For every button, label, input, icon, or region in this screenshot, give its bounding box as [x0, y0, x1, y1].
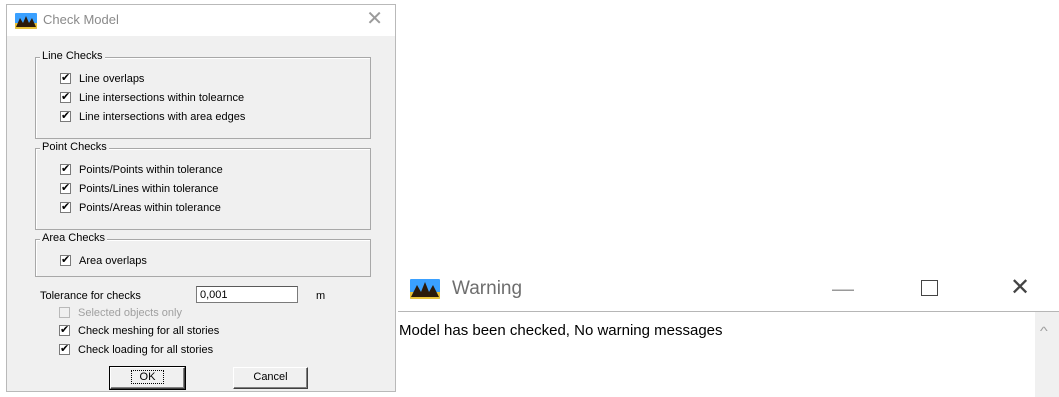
maximize-icon[interactable]: [921, 280, 938, 296]
checkbox-checked-icon[interactable]: [60, 181, 71, 195]
tolerance-input[interactable]: [196, 286, 298, 303]
dialog-title: Check Model: [43, 12, 119, 27]
checkbox-label: Points/Areas within tolerance: [79, 202, 221, 214]
area-checks-legend: Area Checks: [40, 232, 107, 244]
app-icon: [15, 13, 37, 29]
checkbox-checked-icon[interactable]: [60, 253, 71, 267]
checkbox-label: Selected objects only: [78, 307, 182, 319]
checkbox-label: Line intersections with area edges: [79, 111, 246, 123]
scroll-up-arrow-icon[interactable]: ^: [1040, 324, 1048, 338]
ok-button-label: OK: [130, 370, 165, 384]
checkbox-label: Points/Lines within tolerance: [79, 183, 219, 195]
ok-button[interactable]: OK: [109, 366, 186, 390]
area-overlaps-checkbox[interactable]: Area overlaps: [60, 253, 147, 269]
close-icon[interactable]: ✕: [366, 8, 383, 30]
warning-body: Model has been checked, No warning messa…: [398, 311, 1059, 397]
check-meshing-checkbox[interactable]: Check meshing for all stories: [59, 323, 220, 337]
checkbox-checked-icon[interactable]: [59, 323, 70, 337]
line-intersections-area-edges-checkbox[interactable]: Line intersections with area edges: [60, 109, 246, 125]
vertical-scrollbar[interactable]: ^: [1035, 312, 1059, 397]
points-lines-checkbox[interactable]: Points/Lines within tolerance: [60, 181, 219, 197]
points-areas-checkbox[interactable]: Points/Areas within tolerance: [60, 200, 221, 216]
selected-objects-only-checkbox[interactable]: Selected objects only: [59, 307, 182, 319]
warning-message: Model has been checked, No warning messa…: [399, 322, 723, 339]
app-icon: [410, 279, 440, 299]
minimize-icon[interactable]: —: [832, 276, 854, 302]
checkbox-checked-icon[interactable]: [60, 162, 71, 176]
point-checks-group: Point Checks Points/Points within tolera…: [35, 141, 371, 230]
checkbox-checked-icon[interactable]: [60, 200, 71, 214]
line-intersections-tolerance-checkbox[interactable]: Line intersections within tolearnce: [60, 90, 245, 106]
dialog-title-bar[interactable]: Check Model ✕: [7, 5, 395, 36]
check-loading-checkbox[interactable]: Check loading for all stories: [59, 342, 214, 356]
checkbox-unchecked-icon[interactable]: [59, 307, 70, 318]
checkbox-label: Line overlaps: [79, 73, 145, 85]
line-checks-legend: Line Checks: [40, 50, 105, 62]
cancel-button[interactable]: Cancel: [233, 367, 308, 389]
line-overlaps-checkbox[interactable]: Line overlaps: [60, 71, 145, 87]
close-icon[interactable]: ✕: [1010, 273, 1030, 302]
warning-title: Warning: [452, 278, 523, 299]
checkbox-checked-icon[interactable]: [60, 109, 71, 123]
warning-title-bar[interactable]: Warning — ✕: [398, 269, 1059, 311]
checkbox-label: Check loading for all stories: [78, 344, 214, 356]
point-checks-legend: Point Checks: [40, 141, 109, 153]
warning-window: Warning — ✕ Model has been checked, No w…: [398, 269, 1059, 397]
checkbox-label: Check meshing for all stories: [78, 325, 220, 337]
check-model-dialog: Check Model ✕ Line Checks Line overlaps …: [6, 4, 396, 392]
tolerance-label: Tolerance for checks: [40, 290, 141, 302]
tolerance-unit: m: [316, 290, 326, 302]
checkbox-checked-icon[interactable]: [60, 71, 71, 85]
checkbox-label: Line intersections within tolearnce: [79, 92, 245, 104]
area-checks-group: Area Checks Area overlaps: [35, 232, 371, 277]
line-checks-group: Line Checks Line overlaps Line intersect…: [35, 50, 371, 139]
checkbox-checked-icon[interactable]: [59, 342, 70, 356]
points-points-checkbox[interactable]: Points/Points within tolerance: [60, 162, 223, 178]
checkbox-checked-icon[interactable]: [60, 90, 71, 104]
checkbox-label: Points/Points within tolerance: [79, 164, 223, 176]
checkbox-label: Area overlaps: [79, 255, 147, 267]
